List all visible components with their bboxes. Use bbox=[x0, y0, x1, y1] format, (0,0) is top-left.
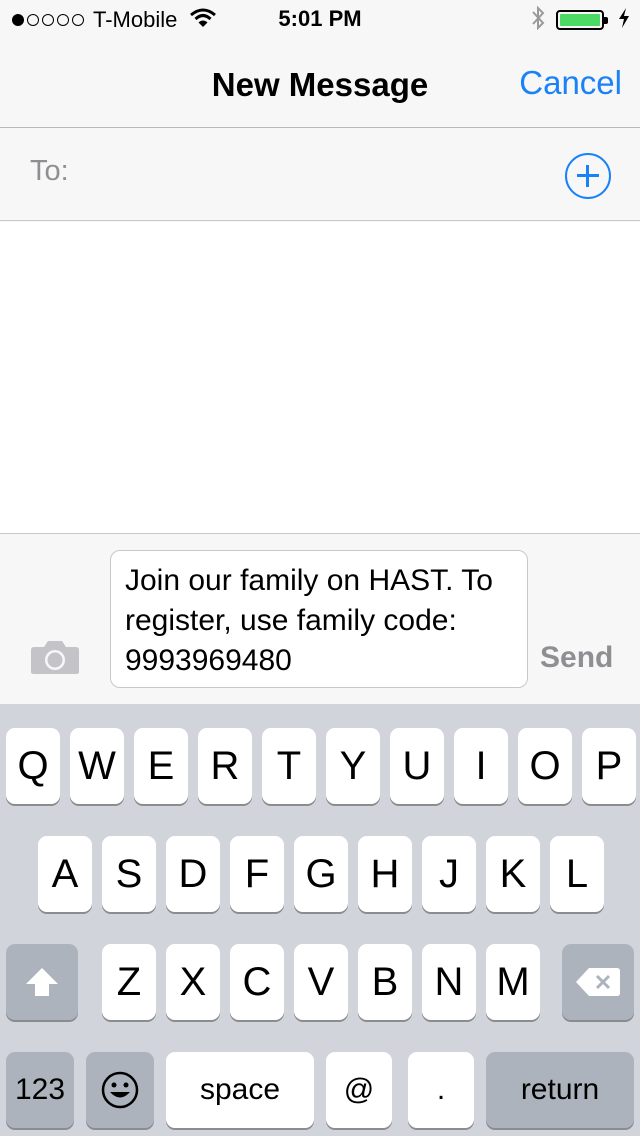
numbers-key[interactable]: 123 bbox=[6, 1052, 74, 1128]
key-w[interactable]: W bbox=[70, 728, 124, 804]
key-s[interactable]: S bbox=[102, 836, 156, 912]
camera-icon[interactable] bbox=[30, 639, 80, 675]
cancel-button[interactable]: Cancel bbox=[519, 64, 622, 102]
key-y[interactable]: Y bbox=[326, 728, 380, 804]
key-c[interactable]: C bbox=[230, 944, 284, 1020]
nav-bar: New Message Cancel bbox=[0, 40, 640, 128]
compose-bar: Join our family on HAST. To register, us… bbox=[0, 535, 640, 704]
key-r[interactable]: R bbox=[198, 728, 252, 804]
add-contact-button[interactable] bbox=[565, 153, 611, 199]
key-a[interactable]: A bbox=[38, 836, 92, 912]
key-t[interactable]: T bbox=[262, 728, 316, 804]
delete-backspace-icon bbox=[576, 968, 620, 996]
emoji-key[interactable] bbox=[86, 1052, 154, 1128]
key-b[interactable]: B bbox=[358, 944, 412, 1020]
key-i[interactable]: I bbox=[454, 728, 508, 804]
to-label: To: bbox=[30, 155, 69, 187]
emoji-smiley-icon bbox=[101, 1071, 139, 1109]
period-key[interactable]: . bbox=[408, 1052, 474, 1128]
message-input[interactable]: Join our family on HAST. To register, us… bbox=[110, 550, 528, 688]
status-right bbox=[530, 5, 630, 36]
key-o[interactable]: O bbox=[518, 728, 572, 804]
battery-fill bbox=[560, 14, 600, 26]
key-d[interactable]: D bbox=[166, 836, 220, 912]
key-l[interactable]: L bbox=[550, 836, 604, 912]
key-h[interactable]: H bbox=[358, 836, 412, 912]
message-transcript bbox=[0, 222, 640, 534]
keyboard: Q W E R T Y U I O P A S D F G H J K L Z … bbox=[0, 704, 640, 1136]
key-f[interactable]: F bbox=[230, 836, 284, 912]
return-key[interactable]: return bbox=[486, 1052, 634, 1128]
key-v[interactable]: V bbox=[294, 944, 348, 1020]
space-key[interactable]: space bbox=[166, 1052, 314, 1128]
key-p[interactable]: P bbox=[582, 728, 636, 804]
status-bar: T-Mobile 5:01 PM bbox=[0, 0, 640, 40]
at-key[interactable]: @ bbox=[326, 1052, 392, 1128]
recipient-input[interactable] bbox=[80, 149, 540, 199]
bluetooth-icon bbox=[530, 5, 546, 36]
key-q[interactable]: Q bbox=[6, 728, 60, 804]
key-x[interactable]: X bbox=[166, 944, 220, 1020]
key-j[interactable]: J bbox=[422, 836, 476, 912]
send-button[interactable]: Send bbox=[540, 641, 613, 675]
bolt-icon bbox=[618, 7, 630, 33]
key-u[interactable]: U bbox=[390, 728, 444, 804]
key-k[interactable]: K bbox=[486, 836, 540, 912]
shift-arrow-icon bbox=[26, 968, 58, 996]
shift-key[interactable] bbox=[6, 944, 78, 1020]
delete-key[interactable] bbox=[562, 944, 634, 1020]
key-e[interactable]: E bbox=[134, 728, 188, 804]
key-g[interactable]: G bbox=[294, 836, 348, 912]
to-field: To: bbox=[0, 129, 640, 221]
key-n[interactable]: N bbox=[422, 944, 476, 1020]
key-z[interactable]: Z bbox=[102, 944, 156, 1020]
battery-icon bbox=[556, 10, 608, 30]
key-m[interactable]: M bbox=[486, 944, 540, 1020]
